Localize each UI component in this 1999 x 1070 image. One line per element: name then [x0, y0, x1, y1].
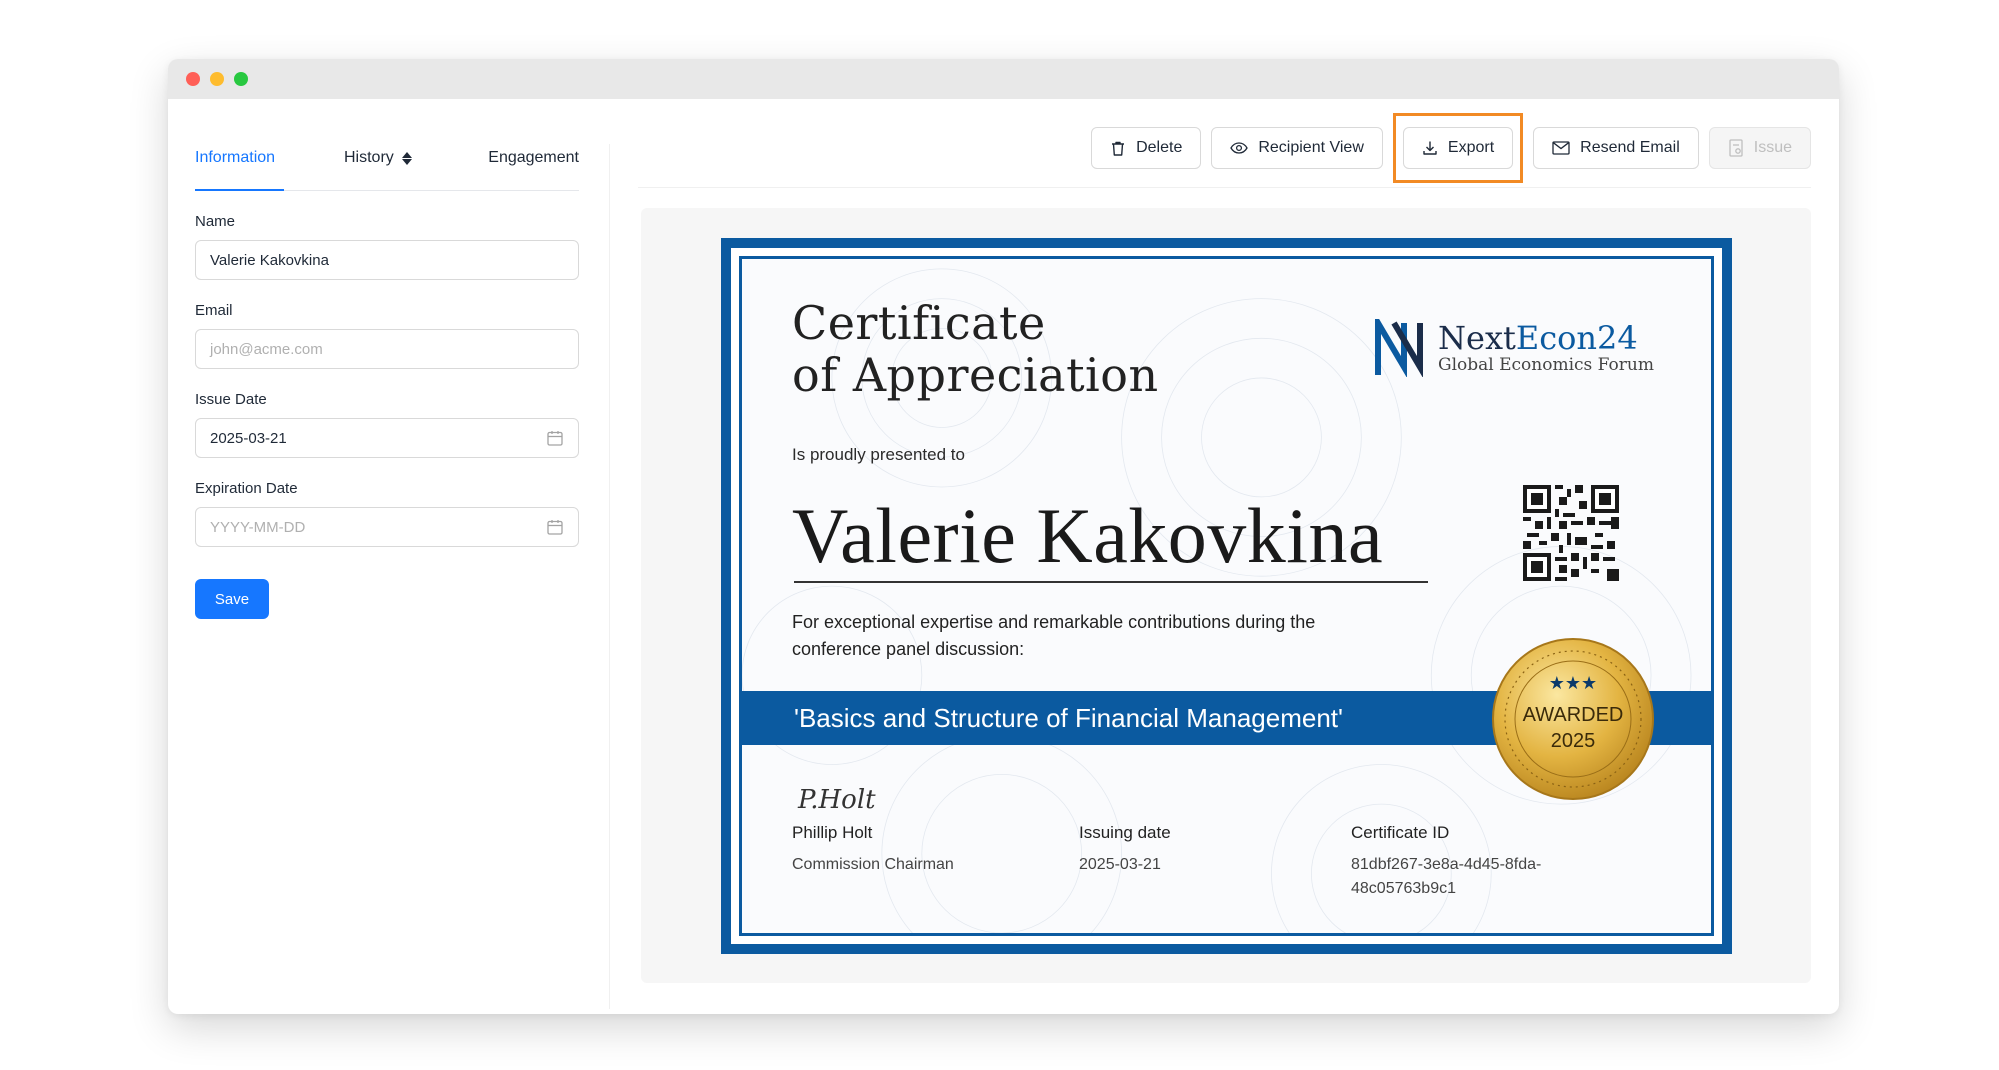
seal-stars: ★★★ [1549, 673, 1597, 694]
certificate-id-line2: 48c05763b9c1 [1351, 880, 1456, 897]
save-button[interactable]: Save [195, 579, 269, 619]
expiration-date-field-group: Expiration Date YYYY-MM-DD [195, 480, 579, 547]
mail-icon [1552, 141, 1570, 155]
close-window-button[interactable] [186, 72, 200, 86]
eye-icon [1230, 142, 1249, 154]
tab-information[interactable]: Information [195, 149, 275, 167]
app-window: Information History Engagement Name Vale… [168, 59, 1839, 1014]
issue-date-picker[interactable]: 2025-03-21 [195, 418, 579, 458]
issue-button[interactable]: Issue [1708, 127, 1811, 169]
recipient-view-label: Recipient View [1258, 139, 1364, 156]
active-tab-indicator [195, 189, 284, 191]
certificate-title-line2: of Appreciation [792, 348, 1159, 402]
certificate-body: Certificate of Appreciation NextEcon24 G… [739, 256, 1714, 936]
certificate-title: Certificate of Appreciation [792, 297, 1159, 401]
signer-name: Phillip Holt [792, 823, 873, 842]
email-field-group: Email john@acme.com [195, 302, 579, 369]
resend-email-label: Resend Email [1580, 139, 1680, 156]
presented-to-text: Is proudly presented to [792, 445, 965, 464]
issue-icon [1729, 139, 1743, 157]
tab-history[interactable]: History [344, 149, 412, 167]
certificate-id-line1: 81dbf267-3e8a-4d45-8fda- [1351, 856, 1542, 873]
topic-text: 'Basics and Structure of Financial Manag… [794, 702, 1343, 733]
brand-name-part2: Econ24 [1515, 319, 1638, 357]
qr-code-icon [1523, 485, 1619, 581]
brand-logo: NextEcon24 Global Economics Forum [1374, 319, 1654, 377]
issue-date-value: 2025-03-21 [210, 429, 287, 447]
name-input-value: Valerie Kakovkina [210, 251, 329, 269]
email-label: Email [195, 302, 233, 319]
expiration-date-picker[interactable]: YYYY-MM-DD [195, 507, 579, 547]
recipient-name: Valerie Kakovkina [792, 492, 1384, 579]
resend-email-button[interactable]: Resend Email [1533, 127, 1699, 169]
tab-bar: Information History Engagement [195, 99, 579, 191]
brand-subtitle: Global Economics Forum [1438, 355, 1654, 375]
tab-engagement[interactable]: Engagement [488, 149, 579, 167]
calendar-icon[interactable] [546, 429, 564, 447]
signer-block: Phillip Holt Commission Chairman [792, 823, 954, 877]
n-logo-icon [1375, 319, 1423, 377]
name-label: Name [195, 213, 236, 230]
delete-button[interactable]: Delete [1091, 127, 1202, 169]
tab-history-label: History [344, 149, 394, 166]
name-field-group: Name Valerie Kakovkina [195, 213, 579, 280]
name-underline [794, 581, 1428, 583]
certificate-id-label: Certificate ID [1351, 823, 1450, 842]
minimize-window-button[interactable] [210, 72, 224, 86]
certificate-id-value: 81dbf267-3e8a-4d45-8fda- 48c05763b9c1 [1351, 853, 1541, 901]
certificate-title-line1: Certificate [792, 296, 1046, 350]
export-highlight: Export [1392, 113, 1524, 183]
certificate-outer-border: Certificate of Appreciation NextEcon24 G… [731, 248, 1722, 944]
awarded-seal: ★★★ AWARDED 2025 [1492, 638, 1654, 800]
certificate: Certificate of Appreciation NextEcon24 G… [721, 238, 1732, 954]
export-button[interactable]: Export [1402, 127, 1514, 169]
name-input[interactable]: Valerie Kakovkina [195, 240, 579, 280]
signature: P.Holt [798, 785, 876, 815]
brand-name: NextEcon24 [1438, 321, 1654, 355]
calendar-icon[interactable] [546, 518, 564, 536]
email-placeholder: john@acme.com [210, 340, 323, 358]
toolbar: Delete Recipient View Export Resend Emai… [1091, 113, 1811, 183]
sort-icon [401, 151, 412, 165]
export-label: Export [1447, 139, 1495, 156]
seal-line1: AWARDED [1523, 704, 1624, 726]
delete-label: Delete [1136, 139, 1183, 156]
expiration-date-placeholder: YYYY-MM-DD [210, 518, 306, 536]
issuing-date-value: 2025-03-21 [1079, 856, 1161, 873]
issuing-date-label: Issuing date [1079, 823, 1171, 842]
certificate-description: For exceptional expertise and remarkable… [792, 612, 1316, 659]
certificate-id-block: Certificate ID 81dbf267-3e8a-4d45-8fda- … [1351, 823, 1541, 901]
toolbar-divider [638, 187, 1811, 188]
details-panel: Information History Engagement Name Vale… [195, 99, 579, 619]
panel-divider [609, 144, 610, 1009]
certificate-preview-area: Certificate of Appreciation NextEcon24 G… [641, 208, 1811, 983]
maximize-window-button[interactable] [234, 72, 248, 86]
issue-date-label: Issue Date [195, 391, 267, 408]
issue-date-field-group: Issue Date 2025-03-21 [195, 391, 579, 458]
issue-label: Issue [1753, 139, 1792, 156]
signer-title: Commission Chairman [792, 856, 954, 873]
title-bar [168, 59, 1839, 99]
email-input[interactable]: john@acme.com [195, 329, 579, 369]
download-icon [1423, 141, 1437, 155]
recipient-view-button[interactable]: Recipient View [1211, 127, 1383, 169]
expiration-date-label: Expiration Date [195, 480, 298, 497]
issuing-date-block: Issuing date 2025-03-21 [1079, 823, 1171, 877]
seal-line2: 2025 [1551, 730, 1596, 752]
trash-icon [1112, 141, 1125, 156]
brand-name-part1: Next [1438, 319, 1516, 357]
